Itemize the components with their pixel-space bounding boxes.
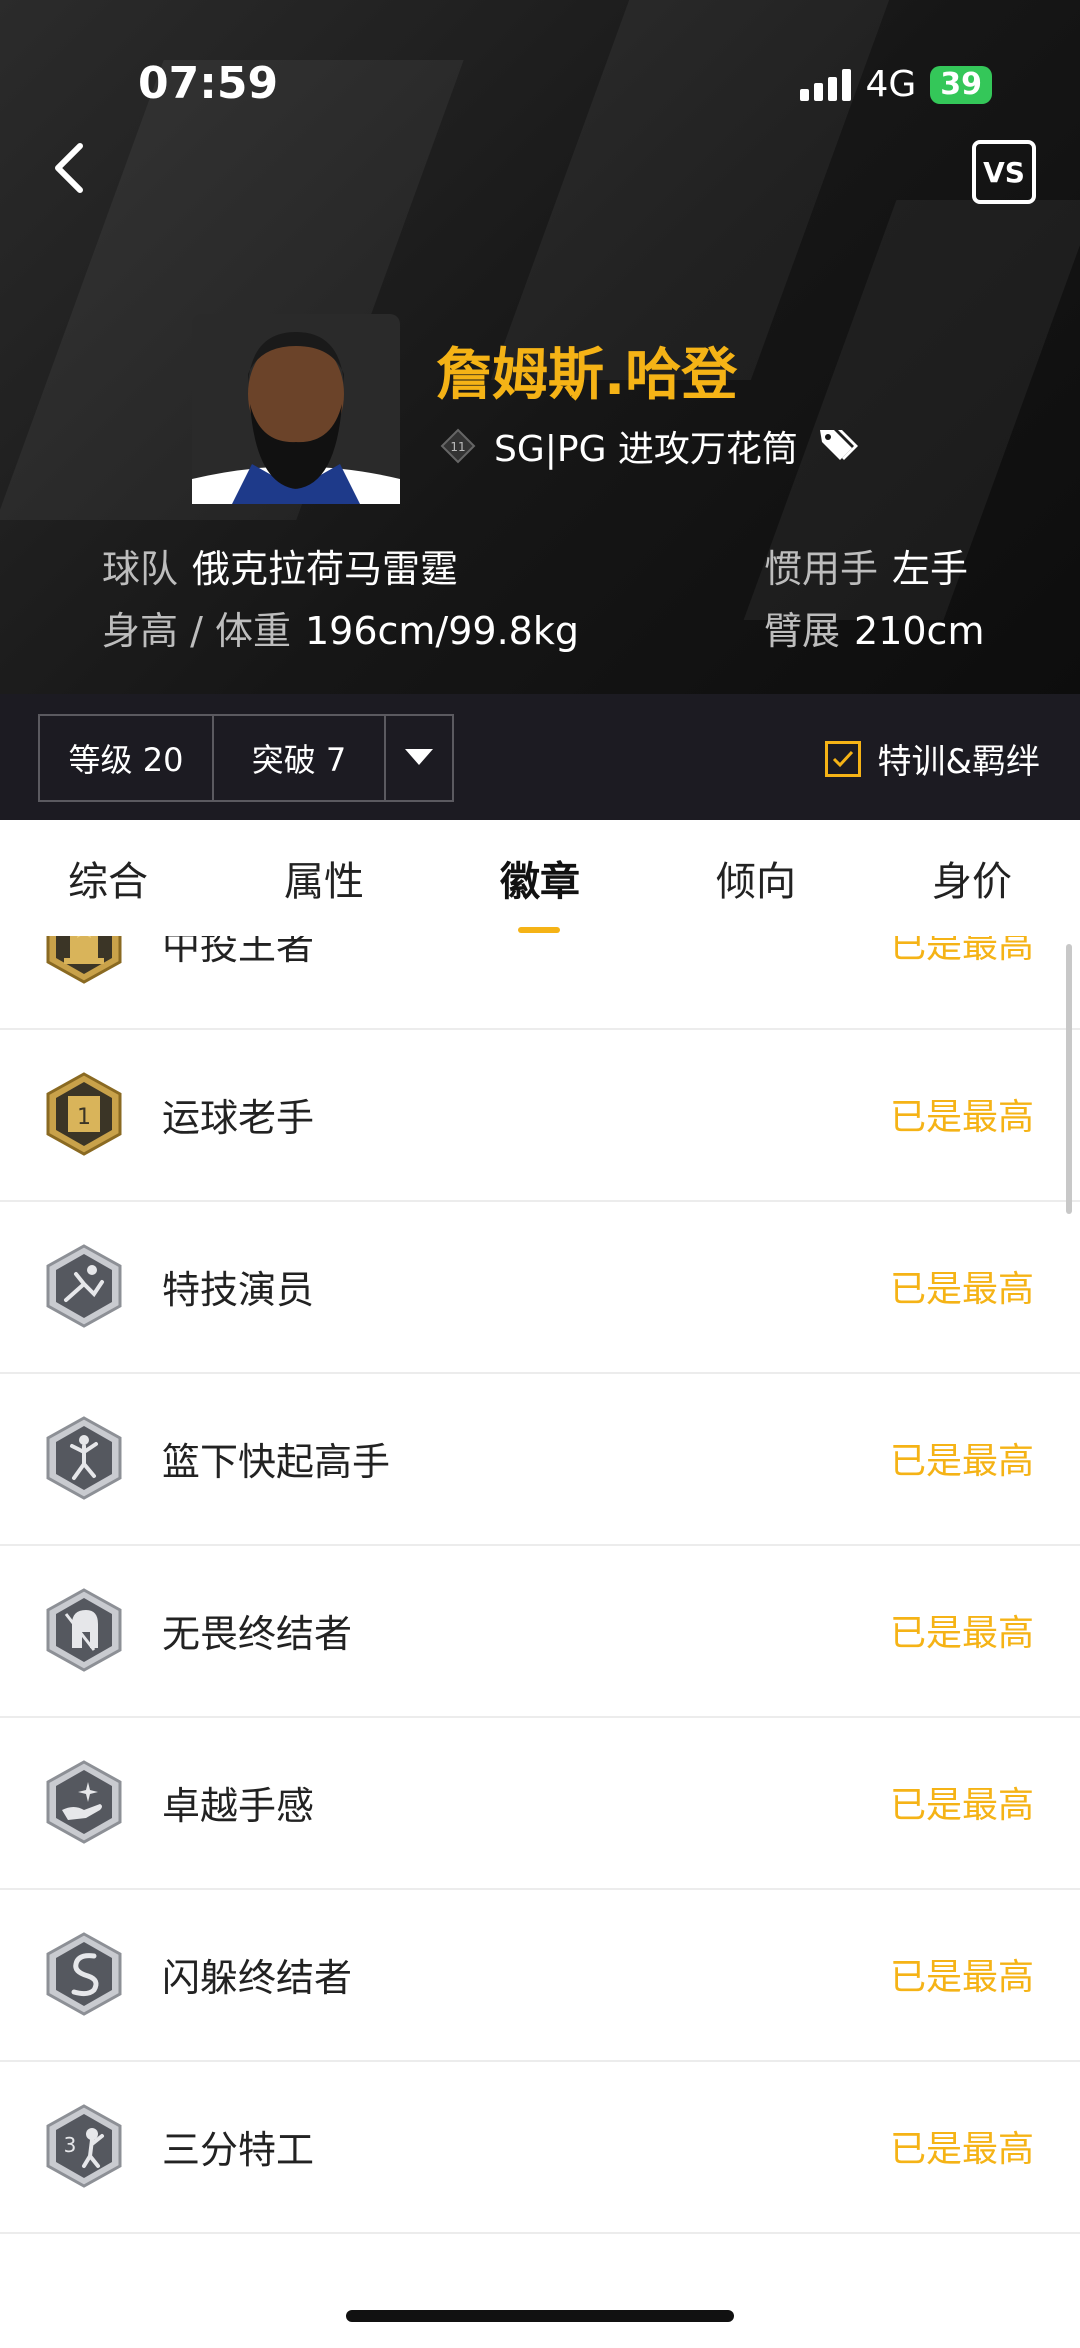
- badge-row[interactable]: 卓越手感 已是最高: [0, 1716, 1080, 1890]
- background-shape: [490, 0, 890, 380]
- snake-icon: [46, 1932, 122, 2016]
- badge-row[interactable]: 1 运球老手 已是最高: [0, 1028, 1080, 1202]
- player-position-row: 11 SG|PG 进攻万花筒: [440, 420, 860, 472]
- badge-status: 已是最高: [889, 1785, 1034, 1826]
- badge-status: 已是最高: [889, 1269, 1034, 1310]
- badge-name: 闪躲终结者: [162, 1955, 353, 2000]
- badge-name: 无畏终结者: [162, 1611, 353, 1656]
- badge-name: 运球老手: [162, 1095, 315, 1140]
- team-row: 球队 俄克拉荷马雷霆: [102, 547, 459, 591]
- tab-value[interactable]: 身价: [892, 849, 1052, 907]
- level-control-bar: 等级 20 突破 7 特训&羁绊: [0, 694, 1080, 820]
- rank-diamond-icon: 11: [440, 428, 476, 464]
- player-header: 07:59 4G 39 VS 詹姆斯.哈登 11 SG|PG 进攻万花筒 球队 …: [0, 0, 1080, 694]
- position-role: SG|PG 进攻万花筒: [494, 429, 798, 470]
- svg-text:3: 3: [64, 2133, 77, 2157]
- training-checkbox[interactable]: [825, 740, 862, 777]
- player-avatar: [192, 314, 400, 504]
- chevron-left-icon: [55, 143, 83, 193]
- tab-bar: 综合 属性 徽章 倾向 身价: [0, 820, 1080, 936]
- jumper-icon: [46, 1416, 122, 1500]
- tab-overview[interactable]: 综合: [28, 849, 188, 907]
- wingspan-row: 臂展 210cm: [764, 609, 985, 653]
- badge-row[interactable]: 闪躲终结者 已是最高: [0, 1888, 1080, 2062]
- player-name: 詹姆斯.哈登: [436, 343, 738, 408]
- badge-list: 中投王者 已是最高 1 运球老手 已是最高 特技演员 已是最高 篮下快起高手 已…: [0, 936, 1080, 2236]
- badge-row[interactable]: 3 三分特工 已是最高: [0, 2060, 1080, 2234]
- badge-status: 已是最高: [889, 1613, 1034, 1654]
- level-button[interactable]: 等级 20: [40, 716, 214, 800]
- three-point-agent-icon: 3: [46, 2104, 122, 2188]
- hand-row: 惯用手 左手: [764, 547, 969, 591]
- tab-attributes[interactable]: 属性: [244, 849, 404, 907]
- scrollbar[interactable]: [1066, 944, 1072, 1214]
- badge-name: 三分特工: [162, 2127, 315, 2172]
- caret-down-icon: [405, 749, 433, 765]
- badge-name: 卓越手感: [162, 1783, 315, 1828]
- badge-status: 已是最高: [889, 1957, 1034, 1998]
- spartan-helmet-icon: [46, 1588, 122, 1672]
- sparkle-hand-icon: [46, 1760, 122, 1844]
- home-indicator[interactable]: [346, 2310, 734, 2322]
- dropdown-button[interactable]: [386, 716, 452, 800]
- training-toggle[interactable]: 特训&羁绊: [825, 734, 1040, 783]
- badge-status: 已是最高: [889, 1441, 1034, 1482]
- badge-status: 已是最高: [889, 936, 1034, 966]
- badge-status: 已是最高: [889, 2129, 1034, 2170]
- battery-icon: 39: [930, 65, 992, 104]
- signal-icon: [800, 68, 852, 101]
- badge-row[interactable]: 特技演员 已是最高: [0, 1200, 1080, 1374]
- network-label: 4G: [865, 64, 917, 105]
- tab-badges[interactable]: 徽章: [460, 849, 620, 933]
- tab-tendencies[interactable]: 倾向: [676, 849, 836, 907]
- vs-compare-button[interactable]: VS: [972, 140, 1036, 204]
- status-time: 07:59: [138, 58, 279, 109]
- badge-status: 已是最高: [889, 1097, 1034, 1138]
- badge-row[interactable]: 无畏终结者 已是最高: [0, 1544, 1080, 1718]
- status-indicators: 4G 39: [800, 64, 992, 105]
- badge-name: 中投王者: [162, 936, 315, 968]
- level-segment: 等级 20 突破 7: [38, 714, 454, 802]
- badge-row[interactable]: 中投王者 已是最高: [0, 936, 1080, 1030]
- breakthrough-button[interactable]: 突破 7: [214, 716, 386, 800]
- badge-name: 篮下快起高手: [162, 1439, 391, 1484]
- acrobat-icon: [46, 1244, 122, 1328]
- training-label: 特训&羁绊: [877, 742, 1040, 782]
- height-weight-row: 身高 / 体重 196cm/99.8kg: [102, 609, 579, 653]
- magic-hat-icon: [46, 936, 122, 984]
- badge-row[interactable]: 篮下快起高手 已是最高: [0, 1372, 1080, 1546]
- rank-number: 11: [450, 440, 465, 454]
- calendar-one-icon: 1: [46, 1072, 122, 1156]
- tags-icon[interactable]: [816, 424, 860, 468]
- back-button[interactable]: [40, 138, 100, 198]
- checkmark-icon: [833, 750, 854, 767]
- svg-text:1: 1: [77, 1105, 91, 1130]
- badge-name: 特技演员: [162, 1267, 315, 1312]
